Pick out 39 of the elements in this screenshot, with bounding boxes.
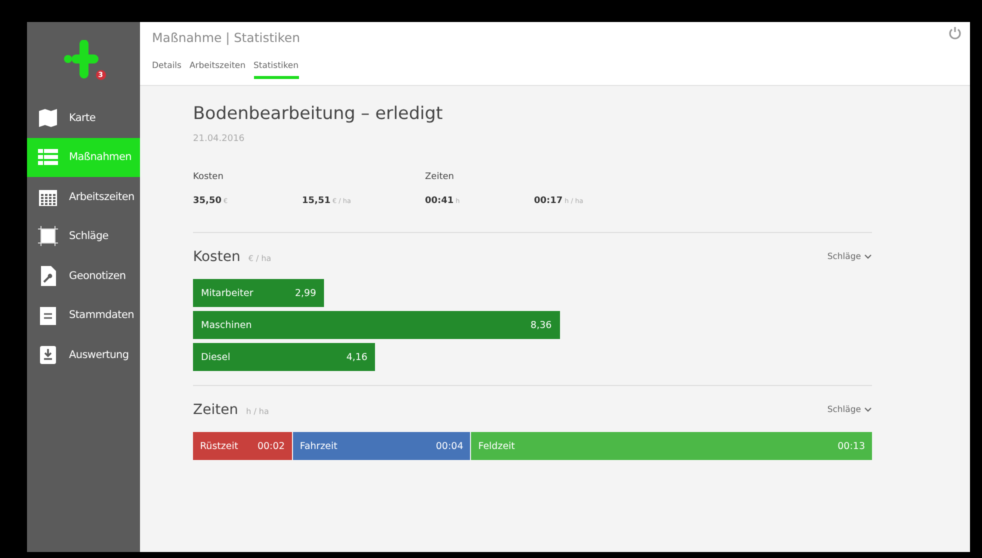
unit-label: € / ha <box>248 254 272 263</box>
sidebar-item[interactable]: Geonotizen <box>27 256 140 296</box>
bar-label: Maschinen <box>201 320 252 330</box>
filter-dropdown[interactable]: Schläge <box>827 252 872 262</box>
tab[interactable]: Details <box>152 61 182 79</box>
bar-value: 2,99 <box>294 288 316 298</box>
segment-value: 00:04 <box>436 440 464 452</box>
summary-label: Kosten <box>193 172 224 182</box>
segment-label: Fahrzeit <box>300 440 338 452</box>
sidebar-item[interactable]: Auswertung <box>27 335 140 374</box>
segment-value: 00:02 <box>257 440 285 452</box>
tab[interactable]: Statistiken <box>254 61 299 79</box>
segment-label: Feldzeit <box>478 440 515 452</box>
tab[interactable]: Arbeitszeiten <box>189 61 246 79</box>
download-icon <box>37 344 59 366</box>
map-icon <box>37 106 59 129</box>
page-title: Maßnahme | Statistiken <box>152 30 300 45</box>
sidebar-item[interactable]: Schläge <box>27 216 140 256</box>
segment-label: Rüstzeit <box>200 440 238 452</box>
document-icon <box>37 304 59 326</box>
task-date: 21.04.2016 <box>193 134 245 144</box>
bar-value: 8,36 <box>530 320 552 330</box>
filter-dropdown[interactable]: Schläge <box>827 405 872 415</box>
unit-label: h / ha <box>246 407 269 416</box>
chevron-down-icon <box>864 254 872 260</box>
bar-label: Diesel <box>201 352 230 362</box>
task-heading: Bodenbearbeitung – erledigt <box>193 104 443 124</box>
power-icon[interactable] <box>948 26 962 40</box>
sidebar-item[interactable]: Arbeitszeiten <box>27 177 140 216</box>
bar-label: Mitarbeiter <box>201 288 254 298</box>
frame-icon <box>37 225 59 248</box>
sidebar-item[interactable]: Stammdaten <box>27 296 140 335</box>
section-title: Kosten <box>193 249 240 265</box>
summary-label: Zeiten <box>425 172 454 182</box>
chevron-down-icon <box>864 407 872 413</box>
sidebar-item[interactable]: Karte <box>27 98 140 138</box>
bar-value: 4,16 <box>346 352 368 362</box>
segment-value: 00:13 <box>838 440 865 452</box>
section-title: Zeiten <box>193 402 238 418</box>
